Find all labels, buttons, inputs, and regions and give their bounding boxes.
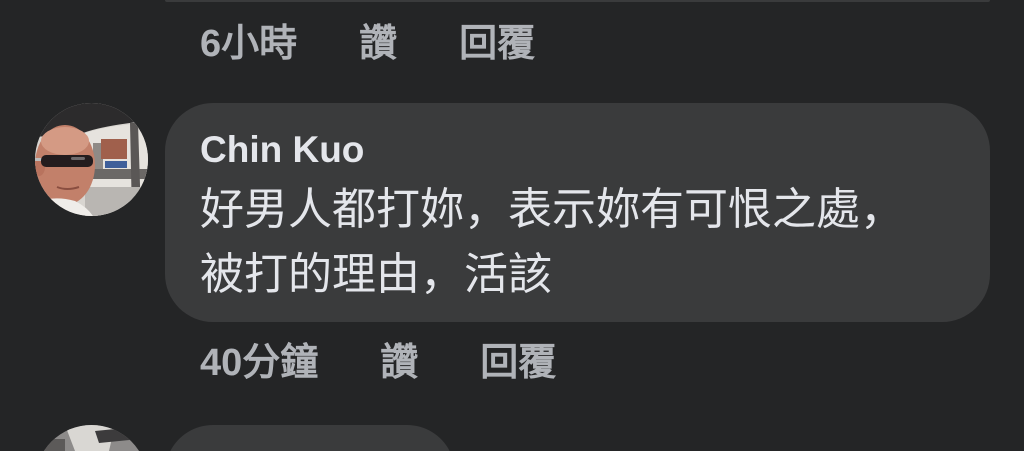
next-comment-bubble-shape <box>170 425 450 451</box>
outside-sign-blue <box>105 161 127 168</box>
comment-timestamp: 6小時 <box>200 23 298 65</box>
comment-timestamp: 40分鐘 <box>200 342 319 384</box>
like-button[interactable]: 讚 <box>359 20 397 68</box>
outside-building-red <box>101 139 127 159</box>
comment-author-name[interactable]: Chin Kuo <box>200 128 364 172</box>
comment-text-line: 被打的理由，活該 <box>200 250 552 299</box>
photo-shadow <box>35 439 65 451</box>
avatar[interactable] <box>35 103 148 216</box>
next-comment-bubble <box>165 425 455 451</box>
sunglasses-reflection <box>71 157 85 160</box>
comment-text-line: 好男人都打妳，表示妳有可恨之處， <box>200 185 904 234</box>
reply-button[interactable]: 回覆 <box>459 20 535 68</box>
car-door <box>85 187 148 216</box>
avatar[interactable] <box>35 425 148 451</box>
avatar-photo <box>35 425 148 451</box>
comment-text: 好男人都打妳，表示妳有可恨之處， 被打的理由，活該 <box>200 177 955 307</box>
reply-button[interactable]: 回覆 <box>480 339 556 387</box>
sunglasses <box>41 155 93 167</box>
previous-comment-bubble <box>165 0 990 2</box>
like-button[interactable]: 讚 <box>380 339 418 387</box>
forehead <box>41 127 89 155</box>
comment-actions: 40分鐘 讚 回覆 <box>200 339 556 387</box>
comment-bubble: Chin Kuo 好男人都打妳，表示妳有可恨之處， 被打的理由，活該 <box>165 103 990 322</box>
bubble-shape <box>170 425 450 451</box>
previous-comment-actions: 6小時 讚 回覆 <box>200 20 535 68</box>
avatar-photo <box>35 103 148 216</box>
comment-thread: 6小時 讚 回覆 Chin Kuo 好男人都打妳，表示妳有可恨之處， 被打的理由… <box>0 0 1024 451</box>
